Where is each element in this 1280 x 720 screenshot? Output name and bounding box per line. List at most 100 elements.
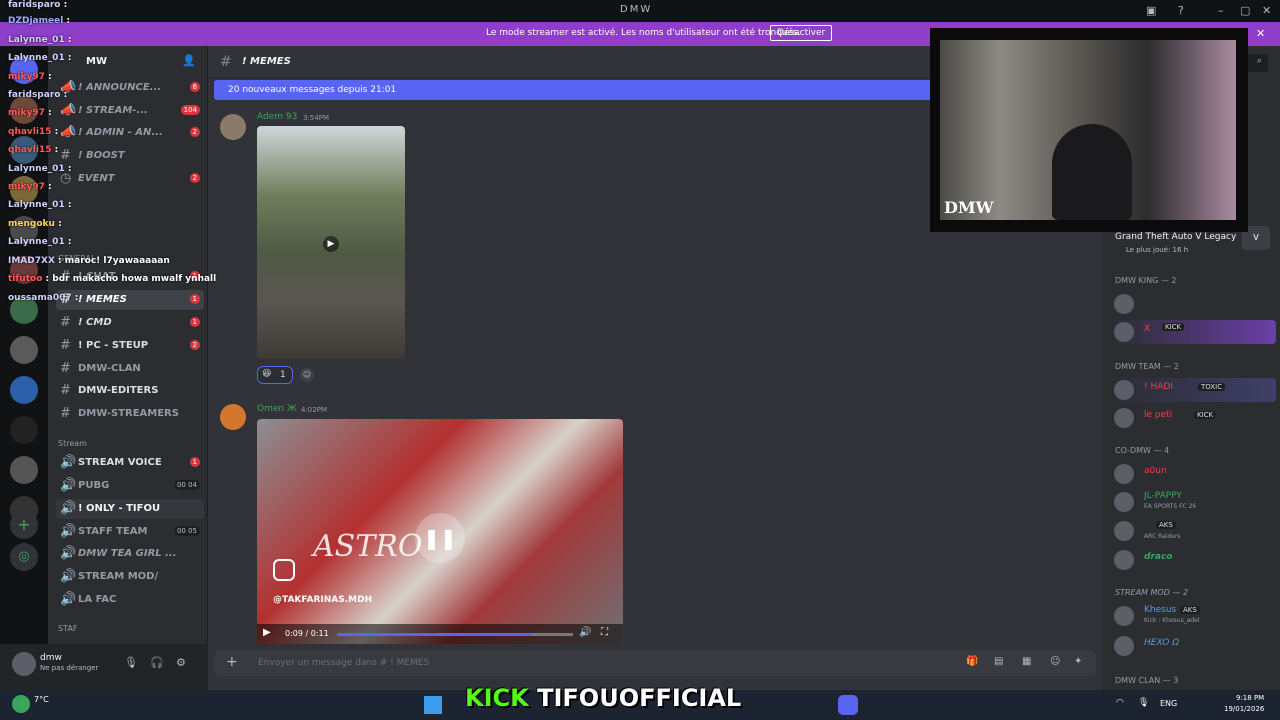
message-input[interactable]: Envoyer un message dans # ! MEMES [258,658,429,668]
channel-item[interactable]: # DMW-STREAMERS [56,404,204,424]
webcam-overlay: DMW [930,28,1248,232]
chat-line: tifutoo : bdr makacho howa mwalf ynhall [8,274,217,284]
discover-icon[interactable]: ◎ [10,543,38,571]
weather-icon [12,695,30,713]
voice-item[interactable]: 🔊 STAFF TEAM 00 05 [56,522,204,542]
help-icon[interactable]: ? [1178,4,1184,17]
hash-icon: # [220,54,232,70]
add-reaction-icon[interactable]: ☺ [300,368,314,382]
new-messages-bar[interactable]: 20 nouveaux messages depuis 21:01 [214,80,934,100]
chat-line: oussama007 : [8,293,79,303]
windows-start-icon[interactable] [424,696,442,714]
chat-line: Lalynne_01 : [8,237,72,247]
voice-item[interactable]: 🔊 PUBG 00 04 [56,476,204,496]
user-status: Ne pas déranger [40,664,99,672]
clock-date[interactable]: 19/01/2026 [1224,705,1264,713]
channel-name: TIFOUOFFICIAL [537,684,742,712]
chat-line: miky97 : [8,182,52,192]
channel-item[interactable]: # DMW-CLAN [56,359,204,379]
microphone-icon[interactable]: 🎙 [124,656,138,669]
plus-icon[interactable]: + [226,654,238,670]
message-composer[interactable]: + Envoyer un message dans # ! MEMES 🎁 ▤ … [214,650,1096,676]
stream-chat-overlay: faridsparo : DZDjameel : Lalynne_01 : La… [0,0,216,310]
voice-item[interactable]: 🔊 LA FAC [56,590,204,610]
weather-temp[interactable]: 7°C [34,695,49,704]
volume-icon[interactable]: 🔊 [579,627,591,638]
avatar[interactable] [220,404,246,430]
progress-fill [337,633,531,636]
kick-branding: KICK TIFOUOFFICIAL [465,684,741,712]
pause-icon[interactable]: ❚❚ [415,513,465,563]
language-indicator[interactable]: ENG [1160,699,1177,708]
member-item[interactable]: JL-PAPPY EA SPORTS FC 26 [1112,490,1276,514]
server-icon[interactable] [10,416,38,444]
reaction[interactable]: 😆 1 [257,366,293,384]
voice-item[interactable]: 🔊 STREAM MOD/ [56,567,204,587]
clock-time[interactable]: 9:18 PM [1236,694,1264,702]
speaker-icon: 🔊 [60,546,77,561]
emoji-icon[interactable]: ☺ [1050,656,1060,667]
member-item[interactable] [1112,292,1276,316]
maximize-icon[interactable]: ▢ [1240,4,1250,17]
gift-icon[interactable]: 🎁 [966,656,978,667]
chat-line: Lalynne_01 : [8,164,72,174]
play-icon[interactable]: ▶ [263,627,271,638]
speaker-icon: 🔊 [60,524,77,539]
add-server-icon[interactable]: + [10,511,38,539]
member-item[interactable]: ! HADI TOXIC [1112,378,1276,402]
gif-icon[interactable]: ▤ [994,656,1003,667]
voice-item[interactable]: 🔊! ONLY - TIFOU [56,499,204,519]
chat-line: Lalynne_01 : [8,53,72,63]
avatar [1114,464,1134,484]
microphone-icon[interactable]: 🎙 [1138,698,1149,708]
message-author[interactable]: Omen Ж [257,404,297,414]
wifi-icon[interactable]: ◠ [1116,698,1124,708]
laugh-icon: 😆 [262,369,272,379]
chat-line: IMAD7XX : maroc! l7yawaaaaan [8,256,170,266]
close-icon[interactable]: ✕ [1262,4,1271,17]
avatar [1114,322,1134,342]
apps-icon[interactable]: ✦ [1074,656,1082,667]
member-section: DMW CLAN — 3 [1115,676,1179,685]
member-item[interactable]: HEXO Ω [1112,634,1276,658]
sticker-icon[interactable]: ▦ [1022,656,1031,667]
channel-item[interactable]: # DMW-EDITERS [56,381,204,401]
category-staf[interactable]: STAF [58,624,77,633]
video-progress[interactable] [337,633,573,636]
voice-item[interactable]: 🔊 DMW TEA GIRL ... [56,544,204,564]
avatar[interactable] [12,652,36,676]
instagram-icon [273,559,295,581]
member-item[interactable]: X KICK [1112,320,1276,344]
server-icon[interactable] [10,336,38,364]
avatar[interactable] [220,114,246,140]
play-icon[interactable]: ▶ [323,236,339,252]
message-author[interactable]: Adem 93 [257,112,297,122]
member-item[interactable]: a0un [1112,462,1276,486]
speaker-icon: 🔊 [60,478,77,493]
minimize-icon[interactable]: – [1218,4,1224,17]
category-stream[interactable]: Stream [58,439,87,448]
discord-taskbar-icon[interactable] [838,695,858,715]
avatar [1114,492,1134,512]
message-time: 3:54PM [303,114,329,122]
fullscreen-icon[interactable]: ⛶ [601,627,608,638]
hash-icon: # [60,361,71,376]
disable-button[interactable]: Désactiver [770,25,833,41]
channel-item[interactable]: #! PC - STEUP 2 [56,336,204,356]
member-item[interactable]: le peti KICK [1112,406,1276,430]
member-item[interactable]: draco [1112,548,1276,572]
video-attachment[interactable]: ▶ [257,126,405,359]
member-item[interactable]: AKS ARC Raiders [1112,519,1276,543]
banner-close-icon[interactable]: ✕ [1256,27,1265,40]
member-item[interactable]: Khesus AKS Kick : Khesus_adel [1112,604,1276,628]
video-player[interactable]: ASTRO @TAKFARINAS.MDH ❚❚ ▶ 0:09 / 0:11 🔊… [257,419,623,644]
server-icon[interactable] [10,456,38,484]
settings-icon[interactable]: ⚙ [176,656,186,669]
voice-item[interactable]: 🔊 STREAM VOICE 1 [56,453,204,473]
headset-icon[interactable]: 🎧 [150,656,164,669]
avatar [1114,636,1134,656]
server-icon[interactable] [10,376,38,404]
inbox-icon[interactable]: ▣ [1146,4,1156,17]
kick-logo: KICK [465,684,529,712]
channel-item[interactable]: #! CMD 1 [56,313,204,333]
